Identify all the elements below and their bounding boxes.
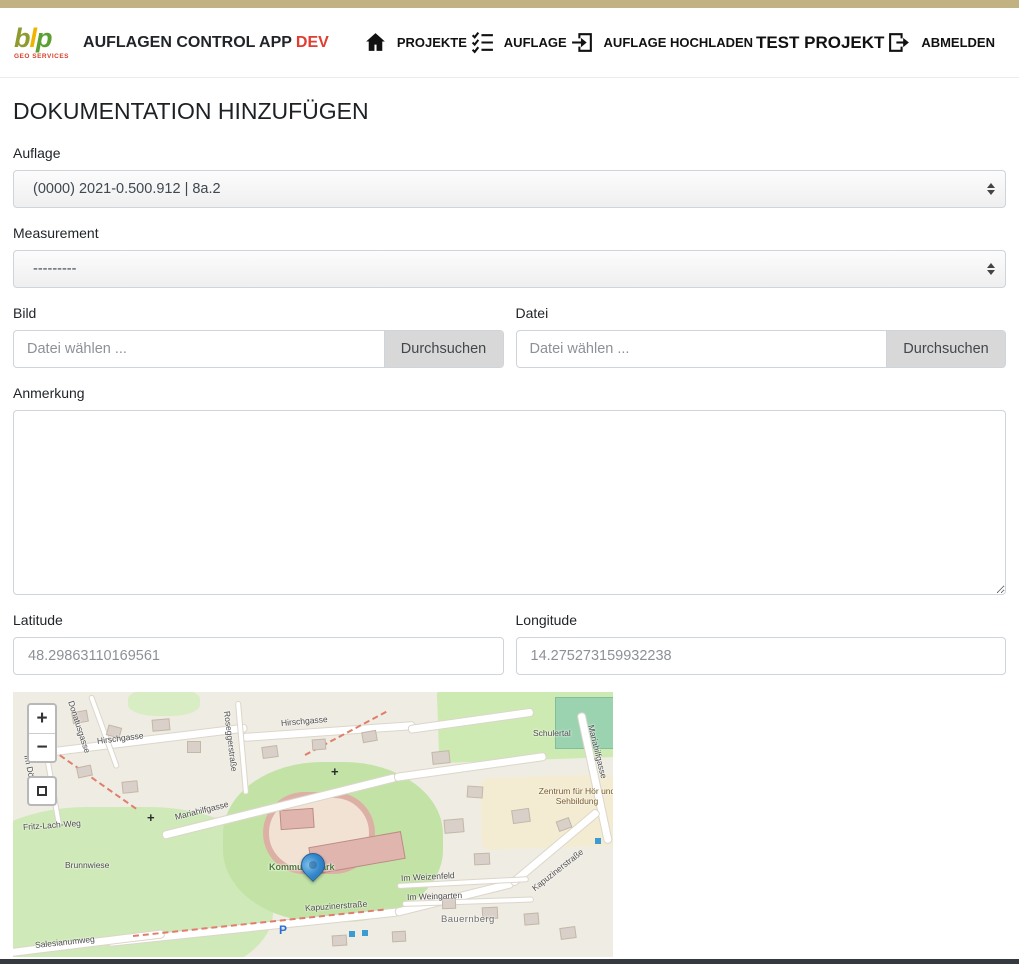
map-building-pink [280,809,313,829]
nav-item-label: PROJEKTE [397,35,467,50]
latitude-label: Latitude [13,612,504,628]
fullscreen-square-icon [37,786,47,796]
map-building [123,781,138,792]
map-building [445,819,464,833]
map-building [153,719,170,730]
upload-icon [570,30,595,55]
measurement-select[interactable]: --------- [13,250,1006,288]
longitude-input[interactable] [516,637,1007,675]
map-street-label: Im Weingarten [407,890,462,902]
map-fullscreen-button[interactable] [27,776,57,806]
brand-logo[interactable]: blp GEO SERVICES [14,25,69,61]
map[interactable]: Donatusgasse Hirschgasse Hirschgasse Sch… [13,692,613,957]
map-road [243,722,415,741]
nav-item-projekte[interactable]: PROJEKTE [363,30,467,55]
select-arrows-icon [987,263,995,275]
map-street-label: Hirschgasse [281,714,328,728]
map-marker-square-icon [362,930,368,936]
auflage-label: Auflage [13,145,1006,161]
nav-item-label: AUFLAGE HOCHLADEN [604,35,754,50]
logo-text: blp [14,25,69,52]
page-title: DOKUMENTATION HINZUFÜGEN [13,98,1006,125]
select-arrows-icon [987,183,995,195]
map-building [333,936,347,946]
map-parking-icon: P [279,923,287,937]
nav-item-test-projekt[interactable]: TEST PROJEKT [756,33,884,53]
nav-items: PROJEKTE AUFLAGE AUFLAGE HOCHLADEN TEST … [363,30,995,55]
logout-icon [887,30,912,55]
datei-browse-button[interactable]: Durchsuchen [886,331,1005,367]
app-title-text: AUFLAGEN CONTROL APP [83,34,292,51]
footer-bar [0,959,1019,964]
map-building [313,740,326,750]
anmerkung-label: Anmerkung [13,385,1006,401]
top-accent-bar [0,0,1019,8]
longitude-label: Longitude [516,612,1007,628]
map-poi-label: Zentrum für Hör und Sehbildung [537,786,613,806]
auflage-select-value: (0000) 2021-0.500.912 | 8a.2 [33,181,221,197]
env-badge: DEV [296,34,329,51]
map-building [512,809,530,823]
bild-file-placeholder: Datei wählen ... [14,331,384,367]
zoom-out-button[interactable]: − [29,733,55,761]
map-building [560,927,575,939]
navbar: blp GEO SERVICES AUFLAGEN CONTROL APPDEV… [0,8,1019,78]
latitude-input[interactable] [13,637,504,675]
datei-file-placeholder: Datei wählen ... [517,331,887,367]
nav-item-auflage[interactable]: AUFLAGE [470,30,567,55]
map-chapel-cross-icon: + [331,764,339,779]
home-icon [363,30,388,55]
map-building [188,742,200,752]
checklist-icon [470,30,495,55]
map-zoom-control: + − [27,703,57,763]
nav-item-abmelden[interactable]: ABMELDEN [887,30,995,55]
map-marker-square-icon [595,838,601,844]
map-road [236,702,248,794]
logo-letter: p [36,23,52,53]
nav-item-label: TEST PROJEKT [756,33,884,53]
nav-item-label: ABMELDEN [921,35,995,50]
map-green-area [128,692,200,716]
map-street-label: Brunnwiese [65,860,109,870]
anmerkung-textarea[interactable] [13,410,1006,595]
map-street-label: Kapuzinerstraße [530,847,585,893]
map-marker-square-icon [349,931,355,937]
datei-file-input[interactable]: Datei wählen ... Durchsuchen [516,330,1007,368]
app-title: AUFLAGEN CONTROL APPDEV [83,34,329,52]
bild-file-input[interactable]: Datei wählen ... Durchsuchen [13,330,504,368]
logo-letter: b [14,23,30,53]
measurement-label: Measurement [13,225,1006,241]
nav-item-auflage-hochladen[interactable]: AUFLAGE HOCHLADEN [570,30,754,55]
map-building [393,932,405,942]
map-building [468,787,483,798]
logo-subtitle: GEO SERVICES [14,54,69,61]
main-content: DOKUMENTATION HINZUFÜGEN Auflage (0000) … [0,78,1019,957]
map-building [432,751,449,764]
map-street-label: Schulertal [533,728,571,738]
bild-label: Bild [13,305,504,321]
map-district-label: Bauernberg [441,914,495,925]
map-building [262,746,277,758]
zoom-in-button[interactable]: + [29,705,55,733]
map-building [475,854,490,865]
auflage-select[interactable]: (0000) 2021-0.500.912 | 8a.2 [13,170,1006,208]
bild-browse-button[interactable]: Durchsuchen [384,331,503,367]
map-chapel-cross-icon: + [147,810,155,825]
map-building [362,731,376,742]
map-building [525,913,539,924]
datei-label: Datei [516,305,1007,321]
nav-item-label: AUFLAGE [504,35,567,50]
measurement-select-value: --------- [33,261,76,277]
